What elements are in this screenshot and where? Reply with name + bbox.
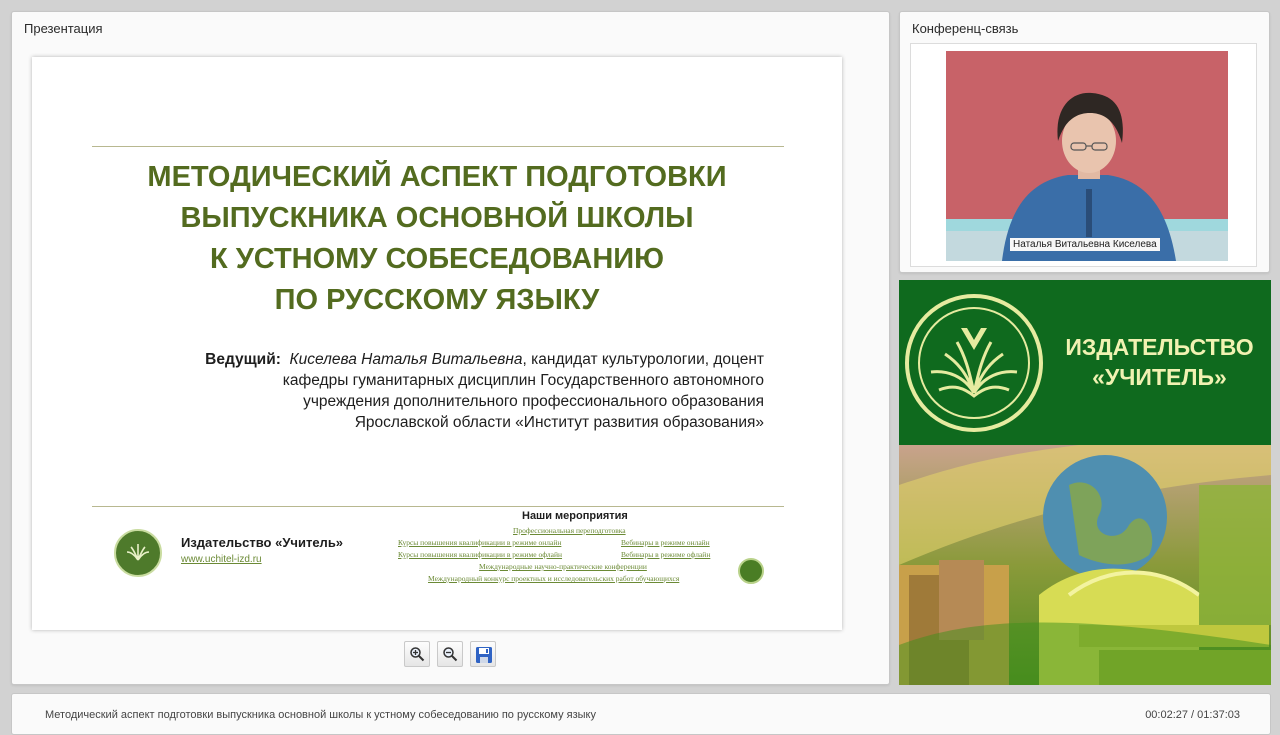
- presenter-line: Ярославской области «Институт развития о…: [354, 414, 764, 431]
- publisher-banner: ИЗДАТЕЛЬСТВО «УЧИТЕЛЬ»: [899, 280, 1271, 685]
- floppy-disk-icon: [476, 647, 492, 663]
- video-frame: Наталья Витальевна Киселева: [910, 43, 1257, 267]
- banner-title: ИЗДАТЕЛЬСТВО «УЧИТЕЛЬ»: [1057, 332, 1262, 392]
- presenter-credentials: , кандидат культурологии, доцент: [522, 351, 764, 368]
- participant-name-label: Наталья Витальевна Киселева: [1010, 238, 1160, 251]
- slide-title-line: МЕТОДИЧЕСКИЙ АСПЕКТ ПОДГОТОВКИ: [147, 161, 727, 193]
- events-logo-icon: [738, 558, 764, 584]
- events-title: Наши мероприятия: [522, 510, 628, 522]
- event-link[interactable]: Курсы повышения квалификации в режиме он…: [398, 538, 561, 547]
- status-bar-title: Методический аспект подготовки выпускник…: [45, 709, 596, 721]
- zoom-in-icon: [410, 647, 425, 662]
- event-link[interactable]: Международные научно-практические конфер…: [479, 562, 647, 571]
- event-link[interactable]: Профессиональная переподготовка: [513, 526, 626, 535]
- conference-panel-title: Конференц-связь: [912, 21, 1019, 36]
- banner-books-image: [899, 445, 1271, 685]
- banner-title-line: ИЗДАТЕЛЬСТВО: [1065, 334, 1254, 360]
- presenter-line: учреждения дополнительного профессиональ…: [303, 393, 764, 410]
- banner-title-line: «УЧИТЕЛЬ»: [1092, 364, 1227, 390]
- save-button[interactable]: [470, 641, 496, 667]
- presenter-name: Киселева Наталья Витальевна: [289, 351, 523, 368]
- zoom-out-button[interactable]: [437, 641, 463, 667]
- zoom-in-button[interactable]: [404, 641, 430, 667]
- presentation-slide: МЕТОДИЧЕСКИЙ АСПЕКТ ПОДГОТОВКИ ВЫПУСКНИК…: [32, 57, 842, 630]
- presenter-label: Ведущий:: [205, 351, 281, 368]
- slide-title-line: К УСТНОМУ СОБЕСЕДОВАНИЮ: [209, 243, 665, 275]
- presentation-panel-title: Презентация: [24, 21, 103, 36]
- event-link[interactable]: Вебинары в режиме онлайн: [621, 538, 710, 547]
- publisher-banner-logo-icon: [905, 294, 1043, 432]
- slide-title: МЕТОДИЧЕСКИЙ АСПЕКТ ПОДГОТОВКИ ВЫПУСКНИК…: [72, 157, 802, 321]
- slide-bottom-divider: [92, 506, 784, 507]
- presenter-line: Ведущий: Киселева Наталья Витальевна, ка…: [152, 349, 764, 370]
- zoom-out-icon: [443, 647, 458, 662]
- slide-title-line: ПО РУССКОМУ ЯЗЫКУ: [274, 284, 600, 316]
- presenter-line: кафедры гуманитарных дисциплин Государст…: [282, 372, 764, 389]
- slide-title-line: ВЫПУСКНИКА ОСНОВНОЙ ШКОЛЫ: [180, 202, 694, 234]
- publisher-name: Издательство «Учитель»: [181, 535, 344, 550]
- presenter-info: Ведущий: Киселева Наталья Витальевна, ка…: [152, 349, 764, 433]
- banner-header: ИЗДАТЕЛЬСТВО «УЧИТЕЛЬ»: [899, 280, 1271, 445]
- event-link[interactable]: Международный конкурс проектных и исслед…: [428, 574, 679, 583]
- slide-top-divider: [92, 146, 784, 147]
- publisher-logo-icon: [114, 529, 162, 577]
- publisher-url-link[interactable]: www.uchitel-izd.ru: [181, 554, 262, 565]
- event-link[interactable]: Курсы повышения квалификации в режиме оф…: [398, 550, 562, 559]
- participant-video[interactable]: Наталья Витальевна Киселева: [946, 51, 1228, 261]
- presentation-panel: Презентация МЕТОДИЧЕСКИЙ АСПЕКТ ПОДГОТОВ…: [11, 11, 890, 685]
- status-bar: Методический аспект подготовки выпускник…: [11, 693, 1271, 735]
- playback-time: 00:02:27 / 01:37:03: [1145, 709, 1240, 721]
- event-link[interactable]: Вебинары в режиме офлайн: [621, 550, 710, 559]
- participant-video-image: [946, 51, 1228, 261]
- conference-panel: Конференц-связь Наталья Витальевна Кисел…: [899, 11, 1270, 273]
